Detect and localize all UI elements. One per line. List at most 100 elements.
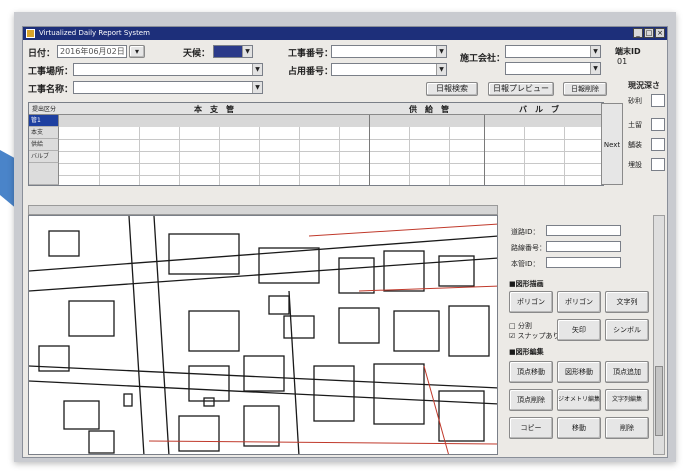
chevron-down-icon: ▼ [436,64,446,75]
side-field-1[interactable] [651,94,665,107]
copy-button[interactable]: コピー [509,417,553,439]
grid-col-main: 本 支 管 [194,105,234,114]
grid-line [524,127,525,185]
report-preview-button[interactable]: 日報プレビュー [488,82,554,96]
main-pipe-id-label: 本管ID： [511,260,540,268]
senkosha-select-2[interactable]: ▼ [505,62,601,75]
polygon-button-2[interactable]: ポリゴン [557,291,601,313]
symbol-button[interactable]: シンボル [605,319,649,341]
close-button[interactable]: × [655,28,665,38]
side-item-3: 舗装 [628,141,642,149]
grid-line [179,127,180,185]
grid-line [299,127,300,185]
section-edit-label: ■図形編集 [509,348,544,356]
dai-no-select[interactable]: ▼ [331,63,447,76]
grid-line [339,127,340,185]
grid-line [409,127,410,185]
genkyo-label: 現況深さ [628,81,660,90]
delete-button[interactable]: 削除 [605,417,649,439]
koji-no-label: 工事番号： [288,49,334,59]
pipe-grid: 提出区分 本 支 管 供 給 管 バ ル ブ 管1 本支 供給 バルブ [28,102,604,186]
drawing-panel: 道路ID： 路線番号： 本管ID： ■図形描画 ポリゴン ポリゴン 文字列 □ … [501,205,653,455]
road-id-field[interactable] [546,225,621,236]
map-tab-strip[interactable] [28,205,498,215]
grid-line [59,151,604,152]
map-drawing [29,216,497,454]
grid-line [449,127,450,185]
grid-row-empty[interactable] [29,163,59,185]
report-delete-button[interactable]: 日報削除 [563,82,607,96]
chevron-down-icon: ▼ [252,82,262,93]
grid-row-3[interactable]: 供給 [29,139,59,151]
split-checkbox[interactable]: □ 分割 [509,321,532,331]
chevron-down-icon: ▼ [590,46,600,57]
panel-scrollbar[interactable] [653,215,665,455]
grid-col-supply: 供 給 管 [409,105,449,114]
grid-col-valve: バ ル ブ [519,105,559,114]
report-search-button[interactable]: 日報検索 [426,82,478,96]
shape-move-button[interactable]: 図形移動 [557,361,601,383]
next-button[interactable]: Next [601,103,623,185]
side-item-1: 砂利 [628,97,642,105]
polygon-button[interactable]: ポリゴン [509,291,553,313]
side-item-2: 土留 [628,121,642,129]
koji-place-select[interactable]: ▼ [73,63,263,76]
date-field[interactable]: 2016年06月02日 [57,45,127,58]
grid-line [59,139,604,140]
grid-line [564,127,565,185]
side-field-4[interactable] [651,158,665,171]
grid-line [259,127,260,185]
window-controls: _ □ × [633,28,665,38]
grid-line [219,127,220,185]
terminal-id-value: 01 [617,57,628,66]
road-id-label: 道路ID： [511,228,540,236]
text-edit-button[interactable]: 文字列編集 [605,389,649,411]
koji-place-label: 工事場所： [28,67,74,77]
senkosha-select[interactable]: ▼ [505,45,601,58]
scrollbar-thumb[interactable] [655,366,663,436]
grid-header: 提出区分 本 支 管 供 給 管 バ ル ブ [29,103,603,115]
date-label: 日付： [28,49,56,59]
weather-select[interactable]: ▼ [213,45,253,58]
snap-checkbox[interactable]: ☑ スナップあり [509,331,560,341]
window-title: Virtualized Daily Report System [39,29,150,37]
title-bar: Virtualized Daily Report System _ □ × [23,27,667,40]
map-canvas[interactable] [28,215,498,455]
calendar-button[interactable]: ▾ [129,45,145,58]
senkosha-label: 施工会社： [460,54,506,64]
text-button[interactable]: 文字列 [605,291,649,313]
chevron-down-icon: ▼ [436,46,446,57]
koji-no-select[interactable]: ▼ [331,45,447,58]
side-item-4: 埋設 [628,161,642,169]
vertex-add-button[interactable]: 頂点追加 [605,361,649,383]
geometry-edit-button[interactable]: ジオメトリ編集 [557,389,601,411]
koji-name-select[interactable]: ▼ [73,81,263,94]
grid-line [139,127,140,185]
app-window: Virtualized Daily Report System _ □ × 日付… [22,26,668,458]
selected-row[interactable] [59,115,604,127]
weather-label: 天候： [183,49,211,59]
vertex-move-button[interactable]: 頂点移動 [509,361,553,383]
terminal-id-label: 端末ID [615,47,641,56]
vertex-delete-button[interactable]: 頂点削除 [509,389,553,411]
grid-row-4[interactable]: バルブ [29,151,59,163]
main-pipe-id-field[interactable] [546,257,621,268]
app-icon [26,29,35,38]
maximize-button[interactable]: □ [644,28,654,38]
minimize-button[interactable]: _ [633,28,643,38]
grid-row-1[interactable]: 管1 [29,115,59,127]
koji-name-label: 工事名称： [28,85,74,95]
grid-divider [369,115,370,185]
grid-divider [484,115,485,185]
dai-no-label: 占用番号： [288,67,334,77]
arrow-button[interactable]: 矢印 [557,319,601,341]
chevron-down-icon: ▼ [242,46,252,57]
route-no-field[interactable] [546,241,621,252]
move-button[interactable]: 移動 [557,417,601,439]
grid-row-header-label: 提出区分 [32,106,57,113]
side-field-2[interactable] [651,118,665,131]
grid-line [99,127,100,185]
side-field-3[interactable] [651,138,665,151]
grid-row-2[interactable]: 本支 [29,127,59,139]
chevron-down-icon: ▼ [590,63,600,74]
